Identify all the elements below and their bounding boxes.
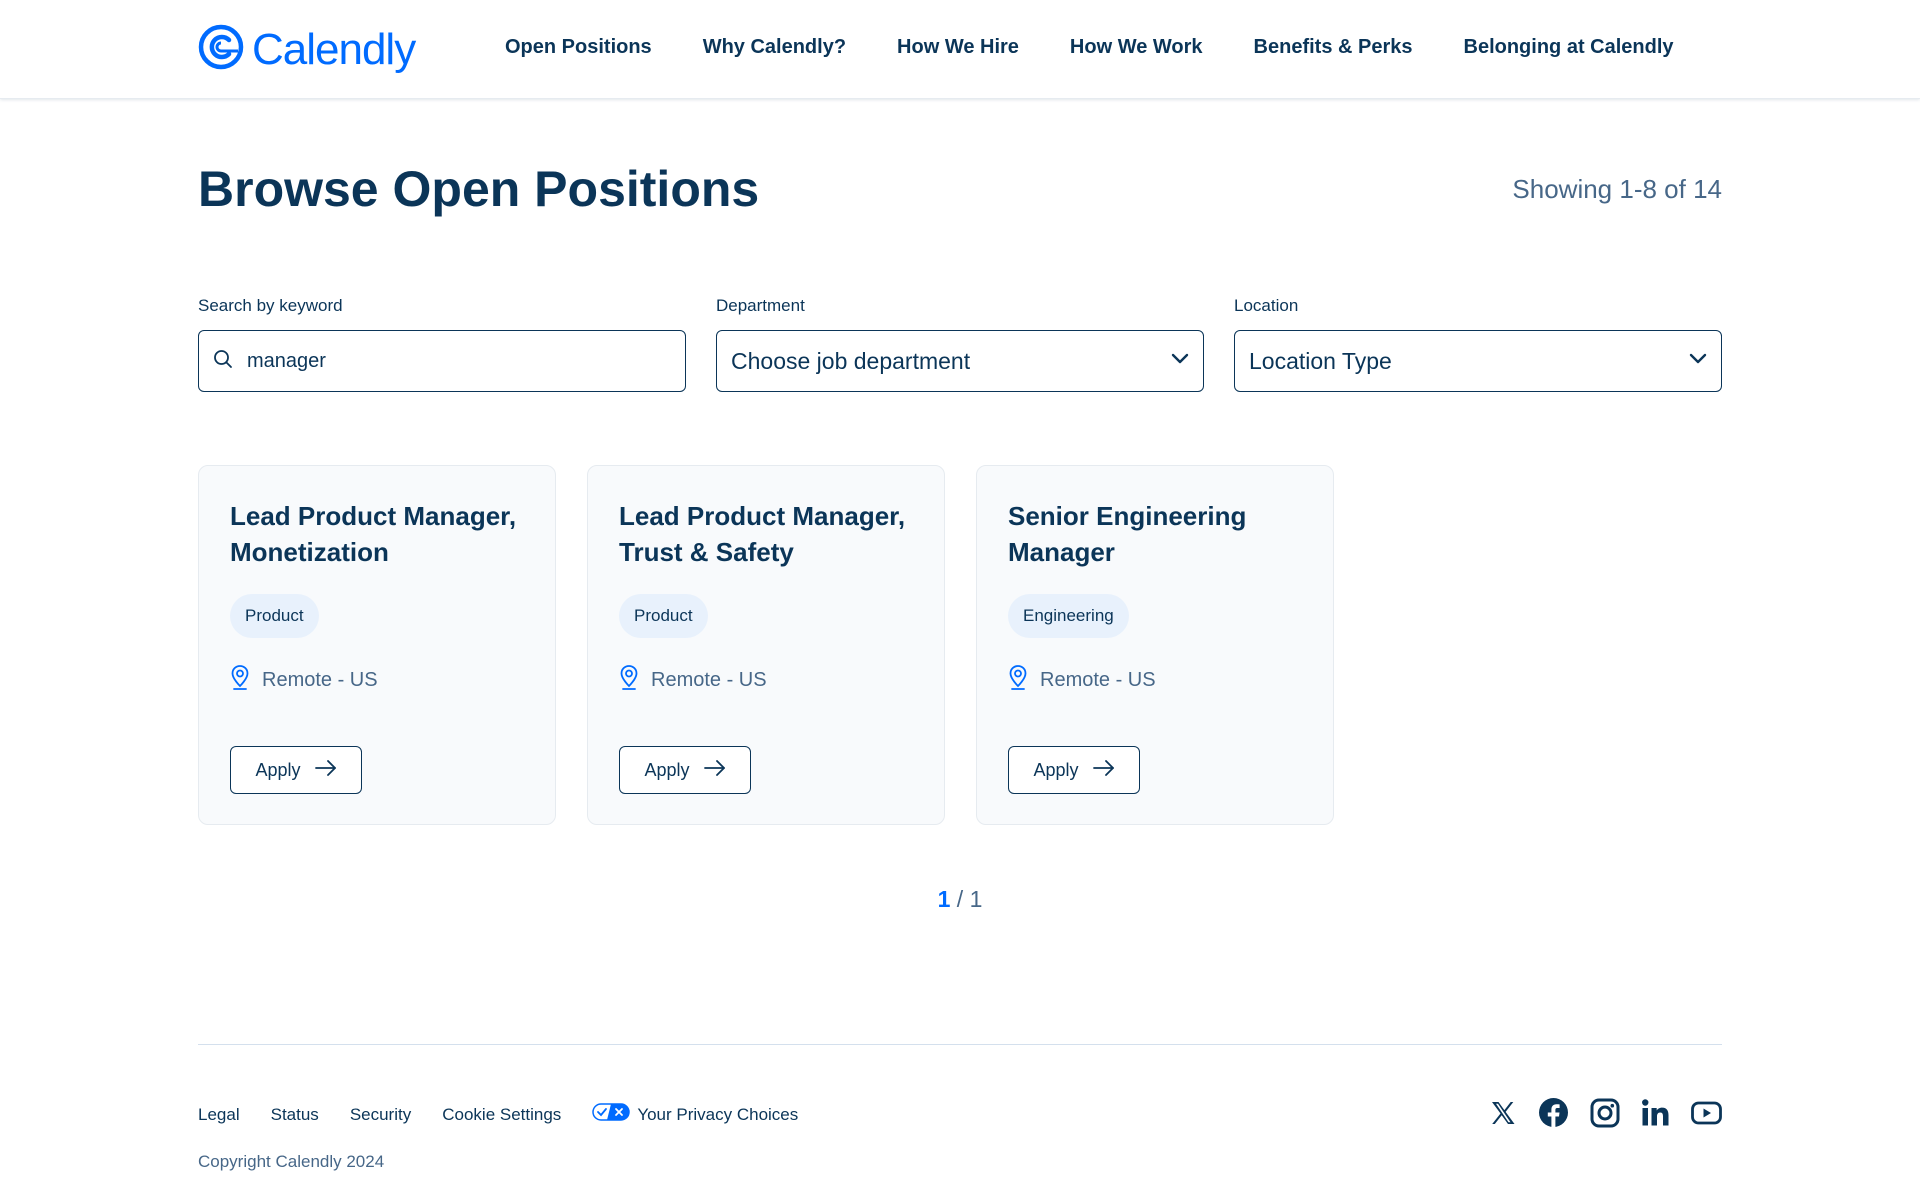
department-tag: Engineering	[1008, 594, 1129, 638]
pagination-total[interactable]: 1	[970, 886, 983, 912]
department-filter: Department Choose job department	[716, 296, 1204, 392]
site-header: Calendly Open Positions Why Calendly? Ho…	[0, 0, 1920, 99]
job-location: Remote - US	[619, 664, 913, 696]
search-input[interactable]	[247, 349, 667, 373]
footer-link-legal[interactable]: Legal	[198, 1105, 240, 1125]
location-filter: Location Location Type	[1234, 296, 1722, 392]
calendly-logo[interactable]: Calendly	[198, 24, 416, 75]
arrow-right-icon	[703, 759, 726, 782]
department-select[interactable]: Choose job department	[716, 330, 1204, 392]
location-pin-icon	[1008, 664, 1028, 696]
results-count: Showing 1-8 of 14	[1512, 174, 1722, 204]
apply-button[interactable]: Apply	[1008, 746, 1140, 794]
nav-how-we-hire[interactable]: How We Hire	[897, 36, 1019, 59]
arrow-right-icon	[314, 759, 337, 782]
job-location: Remote - US	[230, 664, 524, 696]
search-icon	[213, 349, 233, 374]
search-label: Search by keyword	[198, 296, 343, 315]
department-tag: Product	[619, 594, 708, 638]
footer-links: Legal Status Security Cookie Settings Yo…	[198, 1103, 798, 1126]
apply-button[interactable]: Apply	[619, 746, 751, 794]
search-box[interactable]	[198, 330, 686, 392]
apply-label: Apply	[1033, 759, 1079, 780]
linkedin-icon[interactable]	[1640, 1097, 1671, 1128]
job-card: Senior Engineering Manager Engineering R…	[976, 465, 1334, 825]
arrow-right-icon	[1092, 759, 1115, 782]
privacy-choices-label: Your Privacy Choices	[637, 1104, 799, 1124]
footer-link-cookie-settings[interactable]: Cookie Settings	[442, 1105, 561, 1125]
instagram-icon[interactable]	[1589, 1097, 1620, 1128]
location-text: Remote - US	[651, 668, 767, 691]
nav-how-we-work[interactable]: How We Work	[1070, 36, 1203, 59]
calendly-logo-icon	[198, 24, 244, 75]
nav-belonging[interactable]: Belonging at Calendly	[1464, 36, 1674, 59]
department-tag: Product	[230, 594, 319, 638]
social-links	[1487, 1097, 1722, 1128]
footer-link-privacy-choices[interactable]: Your Privacy Choices	[592, 1103, 798, 1126]
footer-link-status[interactable]: Status	[271, 1105, 319, 1125]
x-icon[interactable]	[1487, 1097, 1518, 1128]
job-location: Remote - US	[1008, 664, 1302, 696]
apply-label: Apply	[644, 759, 690, 780]
department-label: Department	[716, 296, 805, 315]
location-label: Location	[1234, 296, 1299, 315]
department-select-value: Choose job department	[731, 347, 971, 374]
logo-text: Calendly	[252, 24, 416, 74]
pagination-current[interactable]: 1	[938, 886, 951, 912]
job-card: Lead Product Manager, Monetization Produ…	[198, 465, 556, 825]
location-pin-icon	[619, 664, 639, 696]
apply-button[interactable]: Apply	[230, 746, 362, 794]
chevron-down-icon	[1171, 352, 1189, 370]
job-card: Lead Product Manager, Trust & Safety Pro…	[587, 465, 945, 825]
chevron-down-icon	[1689, 352, 1707, 370]
location-select[interactable]: Location Type	[1234, 330, 1722, 392]
search-filter: Search by keyword	[198, 296, 686, 392]
pagination: 1 / 1	[0, 886, 1920, 913]
youtube-icon[interactable]	[1691, 1097, 1722, 1128]
location-pin-icon	[230, 664, 250, 696]
pagination-separator: /	[956, 886, 964, 912]
job-title[interactable]: Lead Product Manager, Monetization	[230, 498, 524, 570]
nav-open-positions[interactable]: Open Positions	[505, 36, 652, 59]
footer-link-security[interactable]: Security	[350, 1105, 411, 1125]
apply-label: Apply	[255, 759, 301, 780]
main-nav: Open Positions Why Calendly? How We Hire…	[505, 36, 1674, 59]
page-title: Browse Open Positions	[198, 161, 760, 217]
location-text: Remote - US	[262, 668, 378, 691]
nav-benefits-perks[interactable]: Benefits & Perks	[1254, 36, 1413, 59]
job-title[interactable]: Lead Product Manager, Trust & Safety	[619, 498, 913, 570]
nav-why-calendly[interactable]: Why Calendly?	[703, 36, 846, 59]
privacy-toggle-icon	[592, 1103, 631, 1126]
footer-divider	[198, 1044, 1722, 1045]
job-title[interactable]: Senior Engineering Manager	[1008, 498, 1302, 570]
location-select-value: Location Type	[1249, 347, 1392, 374]
copyright: Copyright Calendly 2024	[198, 1152, 385, 1171]
location-text: Remote - US	[1040, 668, 1156, 691]
facebook-icon[interactable]	[1538, 1097, 1569, 1128]
